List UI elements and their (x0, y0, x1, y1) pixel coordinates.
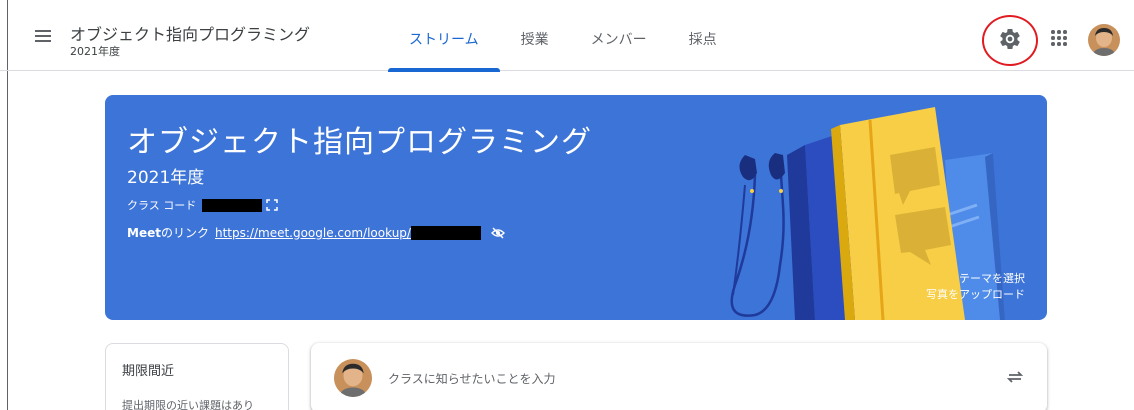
gear-icon[interactable] (998, 27, 1022, 51)
class-banner: オブジェクト指向プログラミング 2021年度 クラス コード Meet のリンク… (105, 95, 1047, 320)
upload-photo-link[interactable]: 写真をアップロード (926, 287, 1025, 303)
meet-label-rest: のリンク (160, 226, 209, 240)
upcoming-title: 期限間近 (122, 364, 175, 379)
meet-label-bold: Meet (127, 225, 161, 240)
hamburger-menu-icon[interactable] (32, 27, 54, 45)
class-subtitle: 2021年度 (70, 45, 120, 58)
tab-people[interactable]: メンバー (570, 0, 668, 71)
apps-grid-icon[interactable] (1051, 30, 1067, 46)
banner-theme-actions: テーマを選択 写真をアップロード (926, 271, 1025, 303)
visibility-off-icon[interactable] (490, 226, 505, 240)
select-theme-link[interactable]: テーマを選択 (926, 271, 1025, 287)
tab-stream[interactable]: ストリーム (388, 0, 500, 72)
banner-section: 2021年度 (127, 168, 205, 188)
reuse-post-icon[interactable] (1005, 367, 1025, 387)
announcement-composer[interactable]: クラスに知らせたいことを入力 (311, 343, 1047, 410)
announcement-placeholder: クラスに知らせたいことを入力 (388, 372, 556, 386)
class-code-label: クラス コード (127, 199, 197, 212)
fullscreen-expand-icon[interactable] (266, 199, 279, 211)
upcoming-deadlines-card: 期限間近 提出期限の近い課題はあり (105, 343, 289, 410)
class-code-row: クラス コード (127, 197, 279, 213)
meet-link[interactable]: https://meet.google.com/lookup/ (215, 226, 411, 240)
class-tabs: ストリーム 授業 メンバー 採点 (388, 0, 738, 72)
account-avatar[interactable] (1088, 24, 1120, 56)
meet-link-row: Meet のリンク https://meet.google.com/lookup… (127, 224, 505, 241)
class-code-redacted (202, 198, 263, 212)
tab-grades[interactable]: 採点 (668, 0, 738, 71)
composer-avatar (334, 359, 372, 397)
meet-link-redacted (410, 225, 481, 240)
class-title[interactable]: オブジェクト指向プログラミング (70, 21, 310, 45)
banner-class-title: オブジェクト指向プログラミング (127, 125, 592, 160)
tab-classwork[interactable]: 授業 (500, 0, 570, 71)
top-app-bar: オブジェクト指向プログラミング 2021年度 ストリーム 授業 メンバー 採点 (0, 0, 1134, 72)
upcoming-body: 提出期限の近い課題はあり (122, 399, 254, 410)
